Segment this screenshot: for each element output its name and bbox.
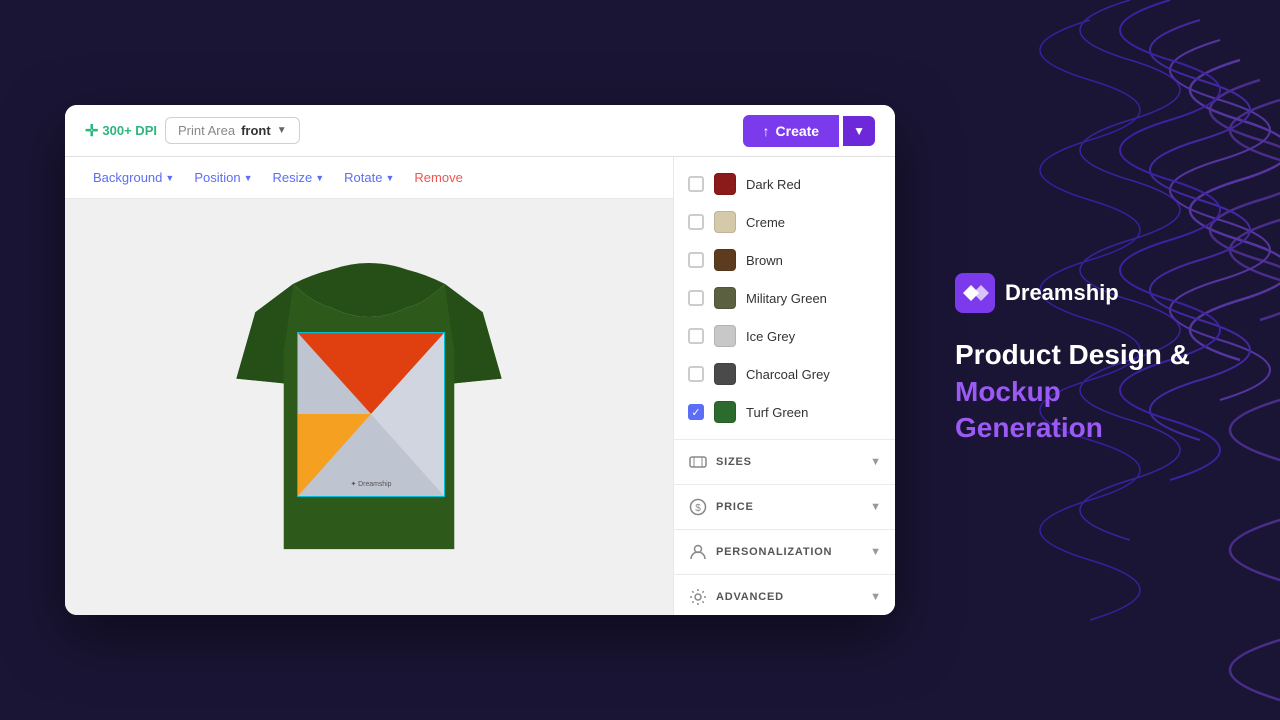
color-name: Military Green (746, 291, 827, 306)
color-swatch (714, 211, 736, 233)
section-row-price[interactable]: $ PRICE ▼ (674, 484, 895, 529)
color-swatch (714, 173, 736, 195)
color-checkbox[interactable] (688, 290, 704, 306)
svg-text:$: $ (695, 503, 701, 514)
color-name: Ice Grey (746, 329, 795, 344)
color-swatch (714, 249, 736, 271)
remove-button[interactable]: Remove (406, 166, 470, 189)
section-label: PERSONALIZATION (716, 546, 832, 558)
color-item[interactable]: Brown (674, 241, 895, 279)
section-row-left: $ PRICE (688, 497, 754, 517)
color-name: Brown (746, 253, 783, 268)
color-item[interactable]: Turf Green (674, 393, 895, 431)
dpi-badge: ✛ 300+ DPI (85, 121, 157, 141)
dpi-label: 300+ DPI (102, 123, 157, 138)
dpi-icon: ✛ (85, 121, 98, 141)
dreamship-name: Dreamship (1005, 280, 1119, 306)
color-checkbox[interactable] (688, 252, 704, 268)
dropdown-chevron-icon: ▼ (853, 124, 865, 138)
resize-label: Resize (272, 170, 312, 185)
svg-text:✦ Dreamship: ✦ Dreamship (350, 480, 391, 488)
background-chevron-icon: ▼ (165, 173, 174, 183)
position-label: Position (194, 170, 240, 185)
rotate-label: Rotate (344, 170, 382, 185)
section-chevron-icon: ▼ (870, 501, 881, 513)
color-item[interactable]: Military Green (674, 279, 895, 317)
section-chevron-icon: ▼ (870, 546, 881, 558)
section-row-advanced[interactable]: ADVANCED ▼ (674, 574, 895, 615)
section-chevron-icon: ▼ (870, 456, 881, 468)
upload-icon: ↑ (763, 123, 770, 139)
print-area-label: Print Area (178, 123, 235, 138)
section-row-left: PERSONALIZATION (688, 542, 832, 562)
section-label: PRICE (716, 501, 754, 513)
background-button[interactable]: Background ▼ (85, 166, 182, 189)
content-area: Background ▼ Position ▼ Resize ▼ Rotate … (65, 157, 895, 615)
color-checkbox[interactable] (688, 366, 704, 382)
background-label: Background (93, 170, 162, 185)
toolbar-left: ✛ 300+ DPI Print Area front ▼ (85, 117, 300, 144)
personalization-icon (688, 542, 708, 562)
create-label: Create (776, 123, 820, 139)
toolbar-right: ↑ Create ▼ (743, 115, 875, 147)
print-area-chevron: ▼ (277, 125, 287, 136)
price-icon: $ (688, 497, 708, 517)
color-swatch (714, 401, 736, 423)
color-name: Charcoal Grey (746, 367, 830, 382)
canvas-toolbar: Background ▼ Position ▼ Resize ▼ Rotate … (65, 157, 673, 199)
sizes-icon (688, 452, 708, 472)
create-button[interactable]: ↑ Create (743, 115, 840, 147)
color-swatch (714, 325, 736, 347)
color-checkbox[interactable] (688, 328, 704, 344)
canvas-area: ✦ Dreamship (65, 199, 673, 615)
tagline-line2: Mockup Generation (955, 374, 1215, 447)
section-label: SIZES (716, 456, 752, 468)
remove-label: Remove (414, 170, 462, 185)
section-row-personalization[interactable]: PERSONALIZATION ▼ (674, 529, 895, 574)
rotate-button[interactable]: Rotate ▼ (336, 166, 402, 189)
design-overlay: ✦ Dreamship (297, 332, 445, 497)
section-row-left: ADVANCED (688, 587, 784, 607)
toolbar: ✛ 300+ DPI Print Area front ▼ ↑ Create ▼ (65, 105, 895, 157)
create-dropdown-button[interactable]: ▼ (843, 116, 875, 146)
app-card: ✛ 300+ DPI Print Area front ▼ ↑ Create ▼ (65, 105, 895, 615)
tagline-line1: Product Design & (955, 337, 1215, 373)
options-panel: Dark Red Creme Brown Military Green Ice Grey… (673, 157, 895, 615)
dreamship-logo-icon (955, 273, 995, 313)
color-item[interactable]: Creme (674, 203, 895, 241)
section-chevron-icon: ▼ (870, 591, 881, 603)
print-area-value: front (241, 123, 271, 138)
position-button[interactable]: Position ▼ (186, 166, 260, 189)
canvas-panel: Background ▼ Position ▼ Resize ▼ Rotate … (65, 157, 673, 615)
advanced-icon (688, 587, 708, 607)
color-swatch (714, 363, 736, 385)
section-row-left: SIZES (688, 452, 752, 472)
color-item[interactable]: Charcoal Grey (674, 355, 895, 393)
branding-panel: Dreamship Product Design & Mockup Genera… (955, 273, 1215, 446)
color-checkbox[interactable] (688, 404, 704, 420)
brand-tagline: Product Design & Mockup Generation (955, 337, 1215, 446)
design-canvas: ✦ Dreamship (298, 333, 444, 496)
color-name: Dark Red (746, 177, 801, 192)
position-chevron-icon: ▼ (244, 173, 253, 183)
section-row-sizes[interactable]: SIZES ▼ (674, 439, 895, 484)
color-swatch (714, 287, 736, 309)
color-item[interactable]: Ice Grey (674, 317, 895, 355)
sections-container: SIZES ▼ $ PRICE ▼ PERSONALIZATION ▼ ADVANCED ▼ (674, 439, 895, 615)
rotate-chevron-icon: ▼ (385, 173, 394, 183)
section-label: ADVANCED (716, 591, 784, 603)
color-name: Creme (746, 215, 785, 230)
resize-chevron-icon: ▼ (315, 173, 324, 183)
color-list: Dark Red Creme Brown Military Green Ice Grey… (674, 157, 895, 439)
resize-button[interactable]: Resize ▼ (264, 166, 332, 189)
color-item[interactable]: Dark Red (674, 165, 895, 203)
color-name: Turf Green (746, 405, 808, 420)
tshirt-mockup: ✦ Dreamship (209, 227, 529, 587)
print-area-button[interactable]: Print Area front ▼ (165, 117, 300, 144)
color-checkbox[interactable] (688, 214, 704, 230)
dreamship-brand: Dreamship (955, 273, 1215, 313)
color-checkbox[interactable] (688, 176, 704, 192)
